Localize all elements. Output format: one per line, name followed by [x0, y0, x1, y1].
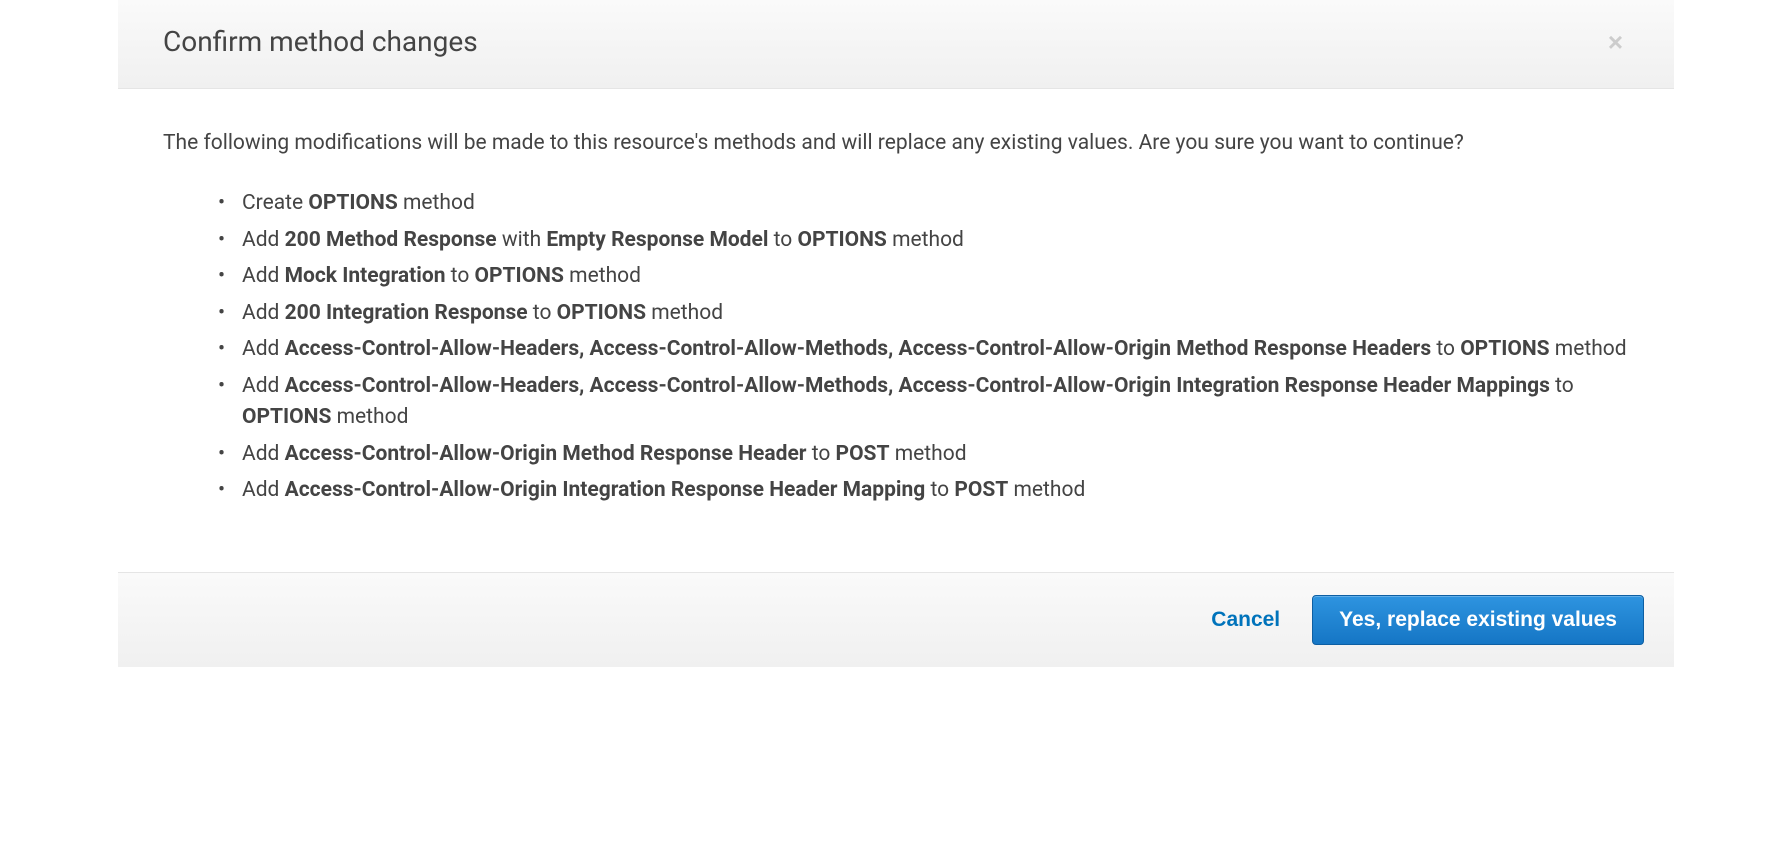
close-icon[interactable]: × — [1602, 29, 1629, 55]
list-item: Add Access-Control-Allow-Origin Integrat… — [218, 475, 1629, 507]
modal-footer: Cancel Yes, replace existing values — [118, 572, 1674, 667]
cancel-button[interactable]: Cancel — [1203, 602, 1288, 638]
list-item: Add Mock Integration to OPTIONS method — [218, 261, 1629, 293]
modifications-list: Create OPTIONS method Add 200 Method Resp… — [163, 188, 1629, 507]
confirm-method-changes-dialog: Confirm method changes × The following m… — [118, 0, 1674, 667]
list-item: Add Access-Control-Allow-Headers, Access… — [218, 334, 1629, 366]
list-item: Add Access-Control-Allow-Origin Method R… — [218, 439, 1629, 471]
list-item: Create OPTIONS method — [218, 188, 1629, 220]
intro-text: The following modifications will be made… — [163, 129, 1629, 158]
list-item: Add 200 Integration Response to OPTIONS … — [218, 298, 1629, 330]
modal-title: Confirm method changes — [163, 25, 478, 58]
confirm-button[interactable]: Yes, replace existing values — [1312, 595, 1644, 645]
modal-body: The following modifications will be made… — [118, 89, 1674, 572]
modal-header: Confirm method changes × — [118, 0, 1674, 89]
list-item: Add 200 Method Response with Empty Respo… — [218, 225, 1629, 257]
list-item: Add Access-Control-Allow-Headers, Access… — [218, 371, 1629, 434]
